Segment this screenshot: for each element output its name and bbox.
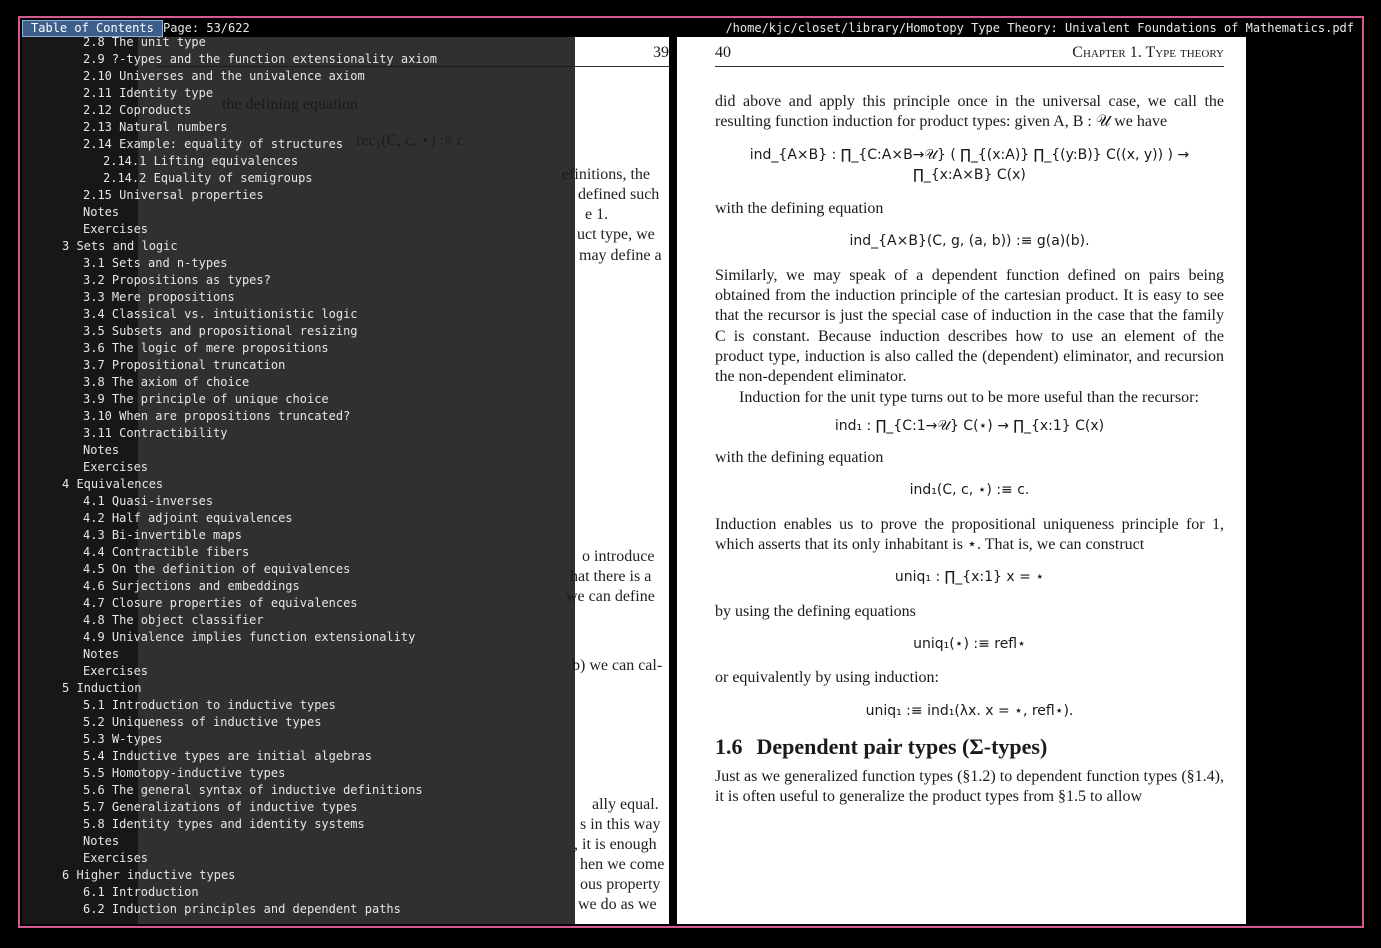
toc-list: 2.8 The unit type 2.9 ?-types and the fun…: [22, 37, 562, 918]
toc-item[interactable]: 4.7 Closure properties of equivalences: [22, 595, 562, 612]
toc-item[interactable]: 3.6 The logic of mere propositions: [22, 340, 562, 357]
toc-item[interactable]: 2.12 Coproducts: [22, 102, 562, 119]
toc-item[interactable]: Notes: [22, 646, 562, 663]
toc-item[interactable]: 5.2 Uniqueness of inductive types: [22, 714, 562, 731]
page-text-fragment: b) we can cal-: [572, 657, 663, 674]
toc-item[interactable]: 2.13 Natural numbers: [22, 119, 562, 136]
paragraph: Induction enables us to prove the propos…: [715, 515, 1224, 554]
equation: ind_{A×B}(C, g, (a, b)) :≡ g(a)(b).: [849, 233, 1090, 250]
paragraph: Similarly, we may speak of a dependent f…: [715, 266, 1224, 386]
toc-item[interactable]: Notes: [22, 833, 562, 850]
toc-item[interactable]: 4.1 Quasi-inverses: [22, 493, 562, 510]
toc-item[interactable]: 4.4 Contractible fibers: [22, 544, 562, 561]
toc-item[interactable]: 2.14.1 Lifting equivalences: [22, 153, 562, 170]
toc-item[interactable]: 5.4 Inductive types are initial algebras: [22, 748, 562, 765]
toc-item[interactable]: 3.8 The axiom of choice: [22, 374, 562, 391]
toc-item[interactable]: 2.11 Identity type: [22, 85, 562, 102]
page-text-fragment: s in this way: [580, 816, 661, 833]
file-path: /home/kjc/closet/library/Homotopy Type T…: [725, 21, 1354, 35]
toc-item[interactable]: 2.10 Universes and the univalence axiom: [22, 68, 562, 85]
toc-item[interactable]: 5.6 The general syntax of inductive defi…: [22, 782, 562, 799]
page-number: 39: [653, 44, 669, 61]
toc-item[interactable]: 3.10 When are propositions truncated?: [22, 408, 562, 425]
paragraph: Induction for the unit type turns out to…: [739, 388, 1199, 406]
page-40: 40 Chapter 1. Type theory did above and …: [677, 37, 1246, 924]
page-text-fragment: may define a: [579, 247, 662, 264]
page-text-fragment: hen we come: [580, 856, 665, 873]
paragraph: with the defining equation: [715, 200, 884, 218]
toc-item[interactable]: 4.6 Surjections and embeddings: [22, 578, 562, 595]
toc-item[interactable]: 6.2 Induction principles and dependent p…: [22, 901, 562, 918]
section-title: Dependent pair types (Σ-types): [756, 733, 1048, 759]
toc-item[interactable]: Exercises: [22, 663, 562, 680]
page-text-fragment: we do as we: [578, 896, 657, 913]
toc-item[interactable]: 5.7 Generalizations of inductive types: [22, 799, 562, 816]
toc-item[interactable]: 4.8 The object classifier: [22, 612, 562, 629]
equation: ind₁(C, c, ⋆) :≡ c.: [909, 482, 1030, 499]
toc-item[interactable]: Notes: [22, 204, 562, 221]
paragraph: or equivalently by using induction:: [715, 669, 939, 687]
equation: uniq₁ : ∏_{x:1} x = ⋆: [894, 569, 1045, 586]
toc-item[interactable]: 3.11 Contractibility: [22, 425, 562, 442]
page-number: 40: [715, 44, 731, 61]
toc-item[interactable]: 2.14.2 Equality of semigroups: [22, 170, 562, 187]
toc-item[interactable]: 3.2 Propositions as types?: [22, 272, 562, 289]
page-text-fragment: , it is enough: [574, 836, 657, 853]
toc-tab[interactable]: Table of Contents: [22, 20, 163, 37]
page-text-fragment: uct type, we: [577, 226, 655, 243]
toc-item[interactable]: 3.4 Classical vs. intuitionistic logic: [22, 306, 562, 323]
toc-item[interactable]: 4.9 Univalence implies function extensio…: [22, 629, 562, 646]
equation: uniq₁(⋆) :≡ refl⋆: [913, 635, 1026, 652]
page-text-fragment: o introduce: [582, 548, 655, 565]
page-text-fragment: defined such: [578, 186, 660, 203]
toc-item[interactable]: 5 Induction: [22, 680, 562, 697]
toc-item[interactable]: 5.1 Introduction to inductive types: [22, 697, 562, 714]
equation: ind_{A×B} : ∏_{C:A×B→𝒰} ( ∏_{(x:A)} ∏_{(…: [749, 146, 1190, 183]
toc-item[interactable]: 4.5 On the definition of equivalences: [22, 561, 562, 578]
toc-item[interactable]: 3.5 Subsets and propositional resizing: [22, 323, 562, 340]
toc-item[interactable]: Notes: [22, 442, 562, 459]
toc-item[interactable]: 5.5 Homotopy-inductive types: [22, 765, 562, 782]
toc-item[interactable]: Exercises: [22, 221, 562, 238]
equation: ind₁ : ∏_{C:1→𝒰} C(⋆) → ∏_{x:1} C(x): [834, 417, 1105, 434]
toc-item[interactable]: 2.14 Example: equality of structures: [22, 136, 562, 153]
paragraph: did above and apply this principle once …: [715, 93, 1224, 131]
toc-item[interactable]: 4.3 Bi-invertible maps: [22, 527, 562, 544]
toc-item[interactable]: 3.1 Sets and n-types: [22, 255, 562, 272]
page-text-fragment: ous property: [580, 876, 661, 893]
page-text-fragment: hat there is a: [570, 568, 652, 585]
page-body: did above and apply this principle once …: [715, 92, 1224, 808]
toc-item[interactable]: Exercises: [22, 850, 562, 867]
section-heading: 1.6 Dependent pair types (Σ-types): [715, 733, 1224, 759]
status-bar: Table of Contents Page: 53/622 /home/kjc…: [22, 20, 1360, 37]
toc-item[interactable]: 3.9 The principle of unique choice: [22, 391, 562, 408]
equation: uniq₁ :≡ ind₁(λx. x = ⋆, refl⋆).: [865, 702, 1074, 719]
toc-item[interactable]: 4 Equivalences: [22, 476, 562, 493]
toc-item[interactable]: 4.2 Half adjoint equivalences: [22, 510, 562, 527]
toc-item[interactable]: 2.8 The unit type: [22, 37, 562, 51]
toc-item[interactable]: 3 Sets and logic: [22, 238, 562, 255]
table-of-contents-panel[interactable]: 2.8 The unit type 2.9 ?-types and the fun…: [22, 37, 575, 924]
page-text-fragment: we can define: [566, 588, 655, 605]
toc-item[interactable]: 6 Higher inductive types: [22, 867, 562, 884]
toc-item[interactable]: 2.15 Universal properties: [22, 187, 562, 204]
paragraph: Just as we generalized function types (§…: [715, 768, 1224, 806]
page-text-fragment: e 1.: [585, 206, 609, 223]
section-number: 1.6: [715, 733, 743, 759]
paragraph: with the defining equation: [715, 449, 884, 467]
toc-item[interactable]: 3.7 Propositional truncation: [22, 357, 562, 374]
page-indicator: Page: 53/622: [163, 21, 250, 35]
page-text-fragment: efinitions, the: [562, 166, 650, 183]
toc-item[interactable]: 3.3 Mere propositions: [22, 289, 562, 306]
paragraph: by using the defining equations: [715, 602, 916, 620]
toc-item[interactable]: 2.9 ?-types and the function extensional…: [22, 51, 562, 68]
page-text-fragment: ally equal.: [592, 796, 659, 813]
chapter-header: Chapter 1. Type theory: [1072, 44, 1224, 61]
toc-item[interactable]: Exercises: [22, 459, 562, 476]
toc-item[interactable]: 6.1 Introduction: [22, 884, 562, 901]
toc-item[interactable]: 5.8 Identity types and identity systems: [22, 816, 562, 833]
toc-item[interactable]: 5.3 W-types: [22, 731, 562, 748]
running-header: 40 Chapter 1. Type theory: [715, 44, 1224, 67]
